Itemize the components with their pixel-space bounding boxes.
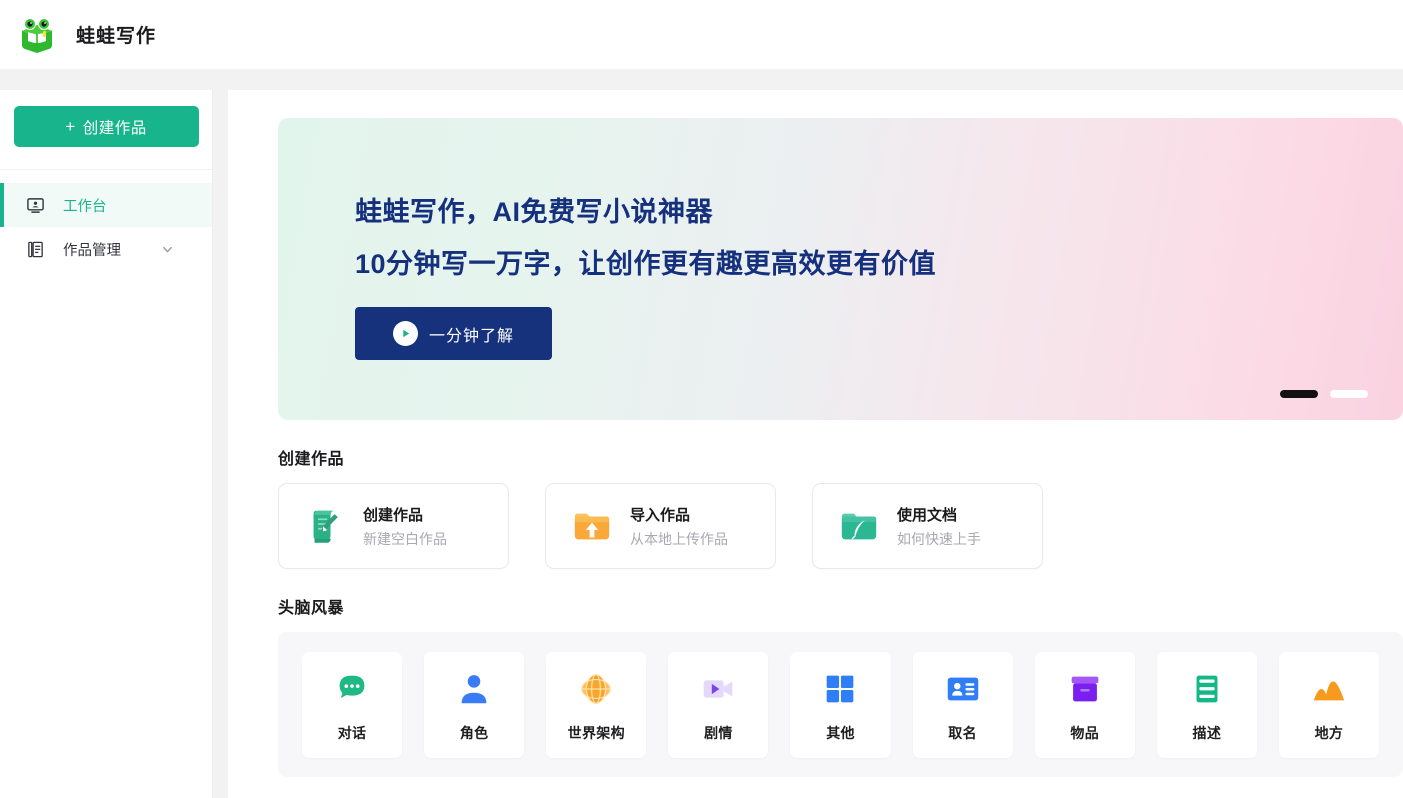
card-create-work-text: 创建作品 新建空白作品 — [363, 504, 447, 549]
card-import-work[interactable]: 导入作品 从本地上传作品 — [545, 483, 776, 569]
sidebar-item-works-management-label: 作品管理 — [63, 242, 121, 259]
brainstorm-tile-description[interactable]: 描述 — [1156, 651, 1257, 758]
brainstorm-tile-plot-label: 剧情 — [704, 724, 733, 741]
card-import-work-text: 导入作品 从本地上传作品 — [630, 504, 728, 549]
brainstorm-tile-plot[interactable]: 剧情 — [668, 651, 769, 758]
brainstorm-tile-other-label: 其他 — [826, 724, 855, 741]
app-root: 蛙蛙写作 + 创建作品 工作台 作品管理 蛙蛙写作，AI免费写小说神器 10分钟… — [0, 0, 1403, 798]
brainstorm-tile-other[interactable]: 其他 — [790, 651, 891, 758]
card-create-work-subtitle: 新建空白作品 — [363, 530, 447, 547]
card-use-docs[interactable]: 使用文档 如何快速上手 — [812, 483, 1043, 569]
sidebar-divider — [0, 169, 212, 170]
card-use-docs-subtitle: 如何快速上手 — [897, 530, 981, 547]
brainstorm-panel: 对话 角色 世界架构 剧情 其他 取名 物品 描述 地方 — [278, 632, 1403, 777]
brainstorm-tile-naming[interactable]: 取名 — [912, 651, 1013, 758]
card-import-work-subtitle: 从本地上传作品 — [630, 530, 728, 547]
card-create-work-title: 创建作品 — [363, 506, 424, 524]
create-cards: 创建作品 新建空白作品 导入作品 从本地上传作品 使用文档 如何快速上手 — [278, 483, 1403, 569]
brand-title: 蛙蛙写作 — [76, 26, 157, 47]
chevron-down-icon[interactable] — [161, 243, 174, 256]
mountain-icon — [1307, 667, 1351, 711]
brainstorm-section-title: 头脑风暴 — [278, 600, 345, 617]
brainstorm-tile-naming-label: 取名 — [948, 724, 977, 741]
text-lines-icon — [1185, 667, 1229, 711]
app-header: 蛙蛙写作 — [0, 0, 1403, 69]
workbench-monitor-icon — [26, 196, 45, 215]
watch-intro-button-label: 一分钟了解 — [428, 327, 514, 345]
play-circle-icon — [392, 321, 418, 346]
create-section-title: 创建作品 — [278, 451, 345, 468]
brainstorm-tile-dialogue-label: 对话 — [337, 724, 367, 741]
main-content: 蛙蛙写作，AI免费写小说神器 10分钟写一万字，让创作更有趣更高效更有价值 一分… — [228, 90, 1403, 798]
carousel-dot-1[interactable] — [1280, 390, 1318, 398]
card-import-work-title: 导入作品 — [630, 506, 691, 524]
promo-banner: 蛙蛙写作，AI免费写小说神器 10分钟写一万字，让创作更有趣更高效更有价值 一分… — [278, 118, 1403, 420]
banner-headline-1: 蛙蛙写作，AI免费写小说神器 — [355, 197, 713, 227]
sidebar-item-workbench-label: 工作台 — [63, 198, 107, 215]
sidebar: + 创建作品 工作台 作品管理 — [0, 90, 213, 798]
watch-intro-button[interactable]: 一分钟了解 — [355, 307, 552, 360]
banner-headline-2: 10分钟写一万字，让创作更有趣更高效更有价值 — [355, 249, 937, 279]
create-work-button-label: 创建作品 — [82, 119, 147, 137]
brainstorm-tile-worldbuilding-label: 世界架构 — [567, 724, 625, 741]
brainstorm-tile-character-label: 角色 — [459, 724, 489, 741]
brainstorm-tile-place[interactable]: 地方 — [1278, 651, 1379, 758]
folder-feather-icon — [837, 504, 881, 548]
sidebar-nav: 工作台 作品管理 — [0, 183, 212, 271]
card-use-docs-text: 使用文档 如何快速上手 — [897, 504, 981, 549]
carousel-dot-2[interactable] — [1330, 390, 1368, 398]
box-container-icon — [1063, 667, 1107, 711]
carousel-dots — [1280, 390, 1368, 398]
plus-icon: + — [65, 116, 76, 136]
document-list-icon — [26, 240, 45, 259]
user-person-icon — [452, 667, 496, 711]
scroll-pen-icon — [303, 504, 347, 548]
brainstorm-tile-dialogue[interactable]: 对话 — [302, 651, 403, 758]
create-work-button[interactable]: + 创建作品 — [13, 106, 199, 147]
brainstorm-tile-character[interactable]: 角色 — [424, 651, 525, 758]
grid-squares-icon — [818, 667, 862, 711]
globe-icon — [574, 667, 618, 711]
sidebar-item-works-management[interactable]: 作品管理 — [0, 227, 212, 271]
video-camera-icon — [696, 667, 740, 711]
brainstorm-tile-place-label: 地方 — [1314, 724, 1344, 741]
brainstorm-tile-item[interactable]: 物品 — [1034, 651, 1135, 758]
brainstorm-tile-worldbuilding[interactable]: 世界架构 — [546, 651, 647, 758]
id-card-icon — [941, 667, 985, 711]
chat-bubble-icon — [330, 667, 374, 711]
brainstorm-tile-item-label: 物品 — [1070, 724, 1100, 741]
card-use-docs-title: 使用文档 — [897, 506, 958, 524]
card-create-work[interactable]: 创建作品 新建空白作品 — [278, 483, 509, 569]
brainstorm-tile-description-label: 描述 — [1192, 724, 1222, 741]
folder-upload-icon — [570, 504, 614, 548]
frog-book-logo-icon — [16, 14, 58, 56]
sidebar-item-workbench[interactable]: 工作台 — [0, 183, 212, 227]
